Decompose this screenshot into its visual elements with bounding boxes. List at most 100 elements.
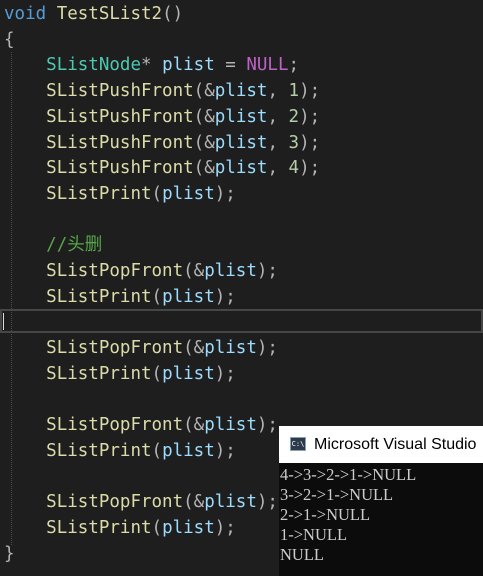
console-output-line: 4->3->2->1->NULL <box>280 465 417 484</box>
current-line-highlight <box>0 309 483 333</box>
code-token: ( <box>151 440 163 461</box>
code-token: ( <box>151 286 163 307</box>
code-token: 3 <box>288 132 300 153</box>
code-line[interactable]: SListPopFront(&plist); <box>4 489 278 515</box>
code-token: SListPopFront <box>46 415 184 436</box>
code-token: SListPrint <box>46 518 152 538</box>
code-token: * <box>140 55 163 76</box>
console-output-line: NULL <box>280 545 324 564</box>
code-token: SListPopFront <box>46 338 184 359</box>
code-token: ); <box>214 363 236 384</box>
code-token: SListPopFront <box>46 492 184 513</box>
code-token: ); <box>214 440 236 461</box>
console-output: 4->3->2->1->NULL 3->2->1->NULL 2->1->NUL… <box>280 465 416 565</box>
code-token: SListNode <box>46 55 141 76</box>
code-token: plist <box>204 492 257 513</box>
code-token: //头删 <box>46 235 103 256</box>
code-token: SListPrint <box>46 440 152 461</box>
code-line[interactable]: SListPushFront(&plist, 4); <box>4 155 320 181</box>
code-line[interactable]: SListNode* plist = NULL; <box>4 52 299 78</box>
code-token: (& <box>183 492 205 513</box>
code-line[interactable]: SListPushFront(&plist, 2); <box>4 104 320 130</box>
code-token: (& <box>193 106 215 127</box>
console-titlebar[interactable]: C:\ Microsoft Visual Studio <box>279 426 483 463</box>
code-token: ); <box>256 338 278 359</box>
code-token: plist <box>162 440 215 461</box>
code-line[interactable]: SListPopFront(&plist); <box>4 412 278 438</box>
code-token: (& <box>193 81 215 102</box>
code-token: ); <box>214 518 236 538</box>
code-token: 1 <box>288 81 300 102</box>
code-token: (& <box>183 261 205 281</box>
code-line[interactable]: //头删 <box>4 232 102 258</box>
code-token: ); <box>256 492 278 513</box>
code-token: SListPushFront <box>46 106 194 127</box>
console-icon-glyph: C:\ <box>291 440 305 448</box>
code-token: ); <box>256 261 278 281</box>
code-token: } <box>4 543 15 564</box>
code-token: plist <box>162 183 215 204</box>
code-line[interactable]: { <box>4 27 15 53</box>
code-token: (& <box>193 132 215 153</box>
code-line[interactable]: SListPushFront(&plist, 1); <box>4 78 320 104</box>
code-token: ); <box>214 183 236 204</box>
code-line[interactable]: SListPrint(plist); <box>4 181 236 207</box>
code-line[interactable]: } <box>4 541 15 567</box>
code-line[interactable]: SListPrint(plist); <box>4 284 236 310</box>
code-token: SListPushFront <box>46 158 194 179</box>
code-line[interactable]: void TestSList2() <box>4 1 183 27</box>
code-line[interactable]: SListPushFront(&plist, 3); <box>4 130 320 156</box>
code-token: , <box>267 106 289 127</box>
code-token: , <box>267 81 289 102</box>
console-title: Microsoft Visual Studio <box>314 436 477 453</box>
code-token: ; <box>288 55 300 76</box>
code-token: plist <box>162 286 215 307</box>
code-token: ( <box>151 363 163 384</box>
code-token: ); <box>256 415 278 436</box>
code-token: SListPrint <box>46 183 152 204</box>
code-token: 2 <box>288 106 300 127</box>
code-token: plist <box>204 261 257 281</box>
code-token: plist <box>204 338 257 359</box>
code-token: SListPopFront <box>46 261 184 281</box>
code-token: , <box>267 132 289 153</box>
code-line[interactable]: SListPrint(plist); <box>4 515 236 541</box>
code-token: TestSList2 <box>56 4 163 24</box>
code-token: = <box>214 55 247 76</box>
code-token: plist <box>214 81 268 102</box>
code-line[interactable]: SListPopFront(&plist); <box>4 258 278 284</box>
code-token: SListPrint <box>46 286 152 307</box>
code-token: plist <box>162 363 215 384</box>
console-output-line: 1->NULL <box>280 525 348 544</box>
code-line[interactable]: SListPrint(plist); <box>4 361 236 387</box>
code-token: ); <box>299 158 321 179</box>
code-token: plist <box>214 158 268 179</box>
console-window[interactable]: C:\ Microsoft Visual Studio 4->3->2->1->… <box>279 426 483 576</box>
code-token: (& <box>183 415 205 436</box>
code-line[interactable]: SListPrint(plist); <box>4 438 236 464</box>
code-token: 4 <box>288 158 300 179</box>
code-token: SListPushFront <box>46 81 194 102</box>
code-token: ); <box>299 81 321 102</box>
code-token: ); <box>214 286 236 307</box>
code-token: plist <box>162 55 215 76</box>
code-token: , <box>267 158 289 179</box>
code-line[interactable]: SListPopFront(&plist); <box>4 335 278 361</box>
code-token: () <box>162 4 184 24</box>
